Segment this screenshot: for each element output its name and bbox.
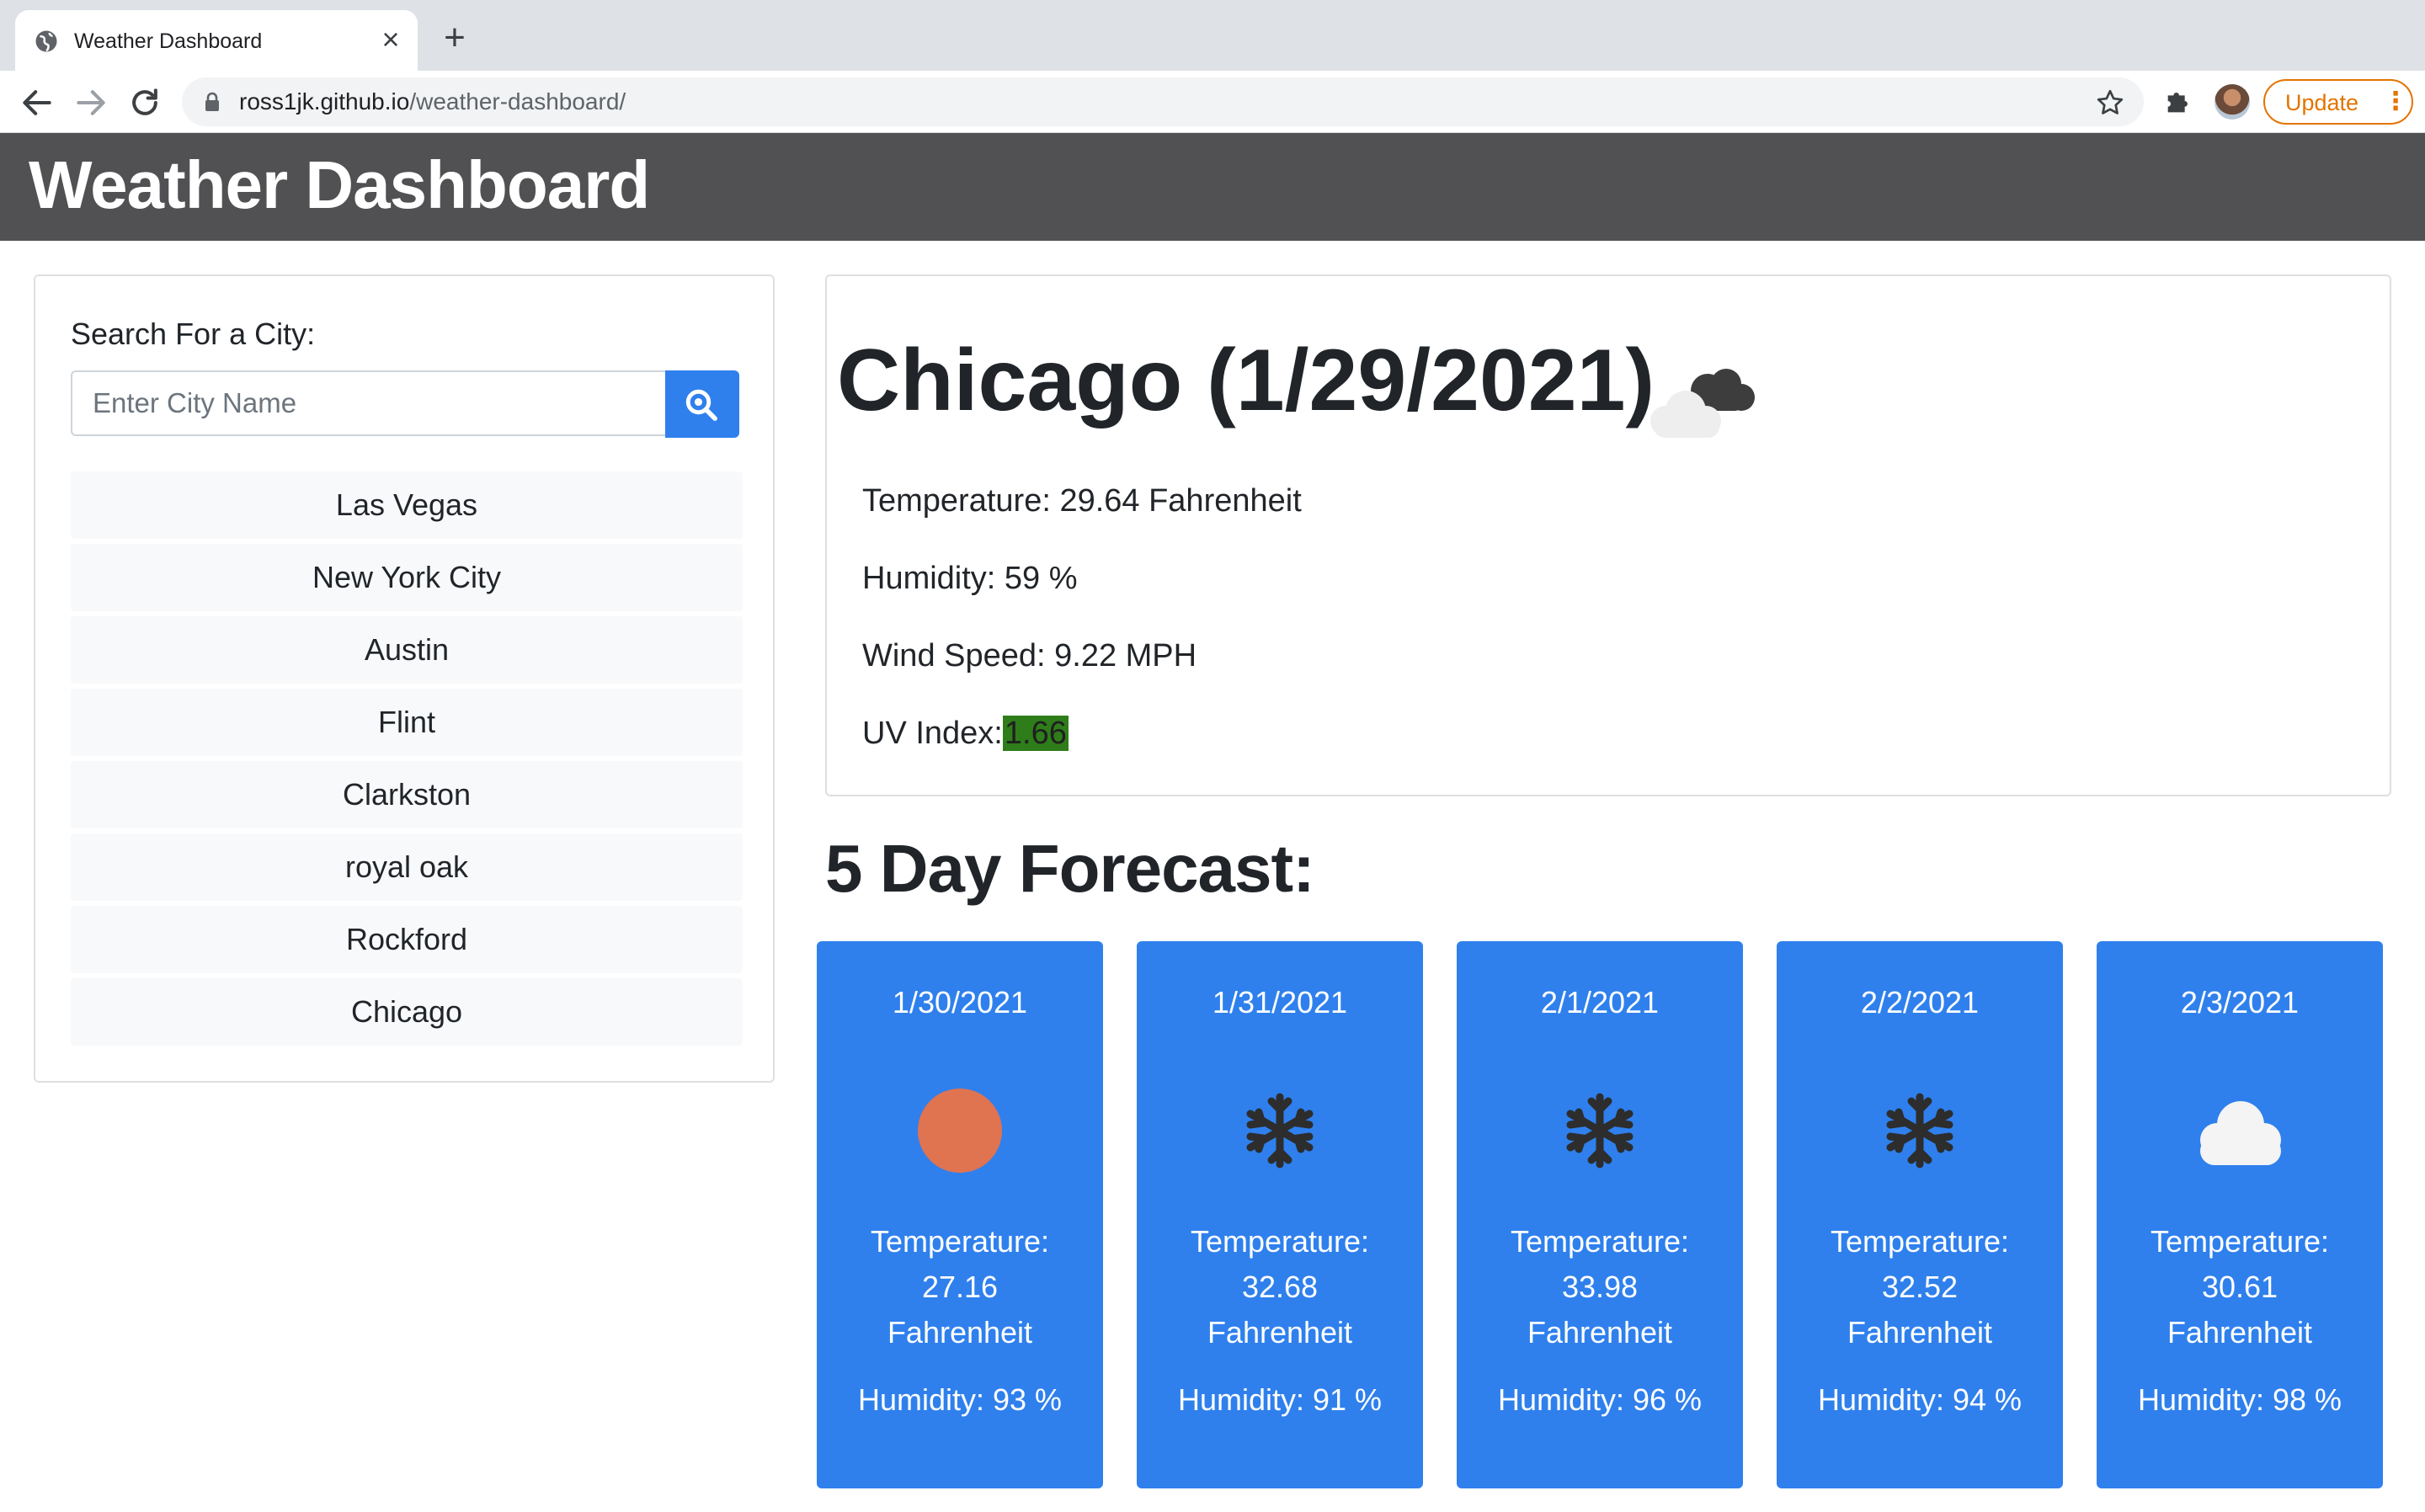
- uv-label: UV Index:: [862, 716, 1003, 751]
- forecast-temperature: Temperature: 30.61 Fahrenheit: [2097, 1219, 2383, 1355]
- forecast-temp-value: 32.52: [1881, 1270, 1959, 1304]
- current-temperature: Temperature: 29.64 Fahrenheit: [862, 483, 1302, 519]
- history-city-button[interactable]: New York City: [71, 544, 743, 611]
- current-weather-panel: Chicago (1/29/2021) Temperature: 29.64 F…: [825, 274, 2391, 796]
- update-label: Update: [2285, 90, 2359, 115]
- tab-title: Weather Dashboard: [74, 29, 263, 53]
- history-city-button[interactable]: Clarkston: [71, 761, 743, 828]
- forecast-temperature: Temperature: 32.68 Fahrenheit: [1137, 1219, 1423, 1355]
- forecast-temp-unit: Fahrenheit: [2167, 1315, 2313, 1350]
- forecast-temp-label: Temperature:: [1190, 1224, 1370, 1259]
- history-city-button[interactable]: Chicago: [71, 978, 743, 1046]
- search-history-list: Las Vegas New York City Austin Flint Cla…: [71, 471, 743, 1051]
- cloudy-icon: [1650, 369, 1755, 438]
- new-tab-button[interactable]: +: [440, 19, 470, 56]
- search-label: Search For a City:: [71, 317, 316, 351]
- globe-icon: [35, 30, 57, 52]
- forecast-temperature: Temperature: 27.16 Fahrenheit: [817, 1219, 1103, 1355]
- forecast-humidity: Humidity: 98 %: [2137, 1382, 2342, 1417]
- snow-icon: [1886, 1093, 1953, 1169]
- forecast-humidity: Humidity: 96 %: [1497, 1382, 1703, 1417]
- history-city-button[interactable]: Flint: [71, 689, 743, 756]
- forecast-card: 1/30/2021 Temperature: 27.16 Fahrenheit …: [817, 941, 1103, 1488]
- url-host: ross1jk.github.io: [239, 88, 410, 114]
- back-arrow-icon[interactable]: [19, 84, 56, 121]
- forecast-temp-value: 27.16: [921, 1270, 999, 1304]
- forecast-card: 2/3/2021 Temperature: 30.61 Fahrenheit H…: [2097, 941, 2383, 1488]
- forecast-temperature: Temperature: 33.98 Fahrenheit: [1457, 1219, 1743, 1355]
- forecast-card: 1/31/2021 Temperature: 32.68 Fahrenheit …: [1137, 941, 1423, 1488]
- forecast-temp-unit: Fahrenheit: [887, 1315, 1033, 1350]
- history-city-button[interactable]: royal oak: [71, 833, 743, 901]
- forecast-card: 2/2/2021 Temperature: 32.52 Fahrenheit H…: [1777, 941, 2063, 1488]
- wind-speed-text: Wind Speed: 9.22 MPH: [862, 638, 1197, 673]
- search-panel: Search For a City: Las Vegas New York Ci…: [34, 274, 775, 1083]
- search-icon: [685, 389, 717, 421]
- forecast-heading: 5 Day Forecast:: [825, 831, 1315, 906]
- page-title: Weather Dashboard: [29, 147, 650, 222]
- forecast-temp-unit: Fahrenheit: [1527, 1315, 1673, 1350]
- extensions-puzzle-icon[interactable]: [2162, 84, 2196, 118]
- search-button[interactable]: [665, 370, 739, 438]
- snow-icon: [1566, 1093, 1634, 1169]
- current-humidity: Humidity: 59 %: [862, 561, 1078, 596]
- url-path: /weather-dashboard/: [409, 88, 626, 114]
- forecast-temp-label: Temperature:: [1830, 1224, 2010, 1259]
- forecast-temp-value: 30.61: [2201, 1270, 2278, 1304]
- current-city-heading: Chicago (1/29/2021): [837, 332, 1655, 429]
- bookmark-star-icon[interactable]: [2095, 88, 2125, 118]
- page-header: Weather Dashboard: [0, 133, 2425, 241]
- history-city-button[interactable]: Las Vegas: [71, 471, 743, 539]
- forecast-temperature: Temperature: 32.52 Fahrenheit: [1777, 1219, 2063, 1355]
- url-text[interactable]: ross1jk.github.io/weather-dashboard/: [239, 88, 626, 115]
- history-city-button[interactable]: Austin: [71, 616, 743, 684]
- address-bar[interactable]: ross1jk.github.io/weather-dashboard/: [182, 77, 2144, 126]
- lock-icon[interactable]: [204, 92, 221, 112]
- forecast-date: 1/30/2021: [892, 985, 1028, 1020]
- forecast-humidity: Humidity: 93 %: [857, 1382, 1063, 1417]
- forecast-temp-unit: Fahrenheit: [1207, 1315, 1353, 1350]
- snow-icon: [1246, 1093, 1314, 1169]
- browser-tab[interactable]: Weather Dashboard ×: [15, 10, 418, 71]
- sun-icon: [918, 1089, 1002, 1173]
- forecast-card: 2/1/2021 Temperature: 33.98 Fahrenheit H…: [1457, 941, 1743, 1488]
- current-wind-speed: Wind Speed: 9.22 MPH: [862, 636, 1197, 675]
- forward-arrow-icon[interactable]: [72, 84, 109, 121]
- update-button[interactable]: Update ⋮: [2263, 79, 2413, 125]
- forecast-date: 2/1/2021: [1540, 985, 1660, 1020]
- browser-tabstrip: Weather Dashboard × +: [0, 0, 2425, 71]
- forecast-temp-value: 32.68: [1241, 1270, 1319, 1304]
- forecast-temp-value: 33.98: [1561, 1270, 1639, 1304]
- forecast-temp-label: Temperature:: [1510, 1224, 1690, 1259]
- forecast-date: 2/3/2021: [2180, 985, 2300, 1020]
- forecast-date: 1/31/2021: [1212, 985, 1348, 1020]
- browser-toolbar: ross1jk.github.io/weather-dashboard/ Upd…: [0, 71, 2425, 133]
- close-icon[interactable]: ×: [377, 24, 404, 55]
- forecast-temp-label: Temperature:: [870, 1224, 1050, 1259]
- more-menu-icon[interactable]: ⋮: [2383, 88, 2408, 116]
- forecast-temp-unit: Fahrenheit: [1847, 1315, 1993, 1350]
- forecast-temp-label: Temperature:: [2150, 1224, 2330, 1259]
- current-uv-index: UV Index:1.66: [862, 714, 1069, 753]
- forecast-date: 2/2/2021: [1860, 985, 1980, 1020]
- profile-avatar[interactable]: [2214, 84, 2250, 120]
- cloud-icon: [2200, 1101, 2281, 1165]
- history-city-button[interactable]: Rockford: [71, 906, 743, 973]
- city-search-input[interactable]: [71, 370, 667, 436]
- forecast-humidity: Humidity: 94 %: [1817, 1382, 2023, 1417]
- uv-value-badge: 1.66: [1002, 716, 1069, 751]
- forecast-humidity: Humidity: 91 %: [1177, 1382, 1383, 1417]
- reload-icon[interactable]: [126, 84, 163, 121]
